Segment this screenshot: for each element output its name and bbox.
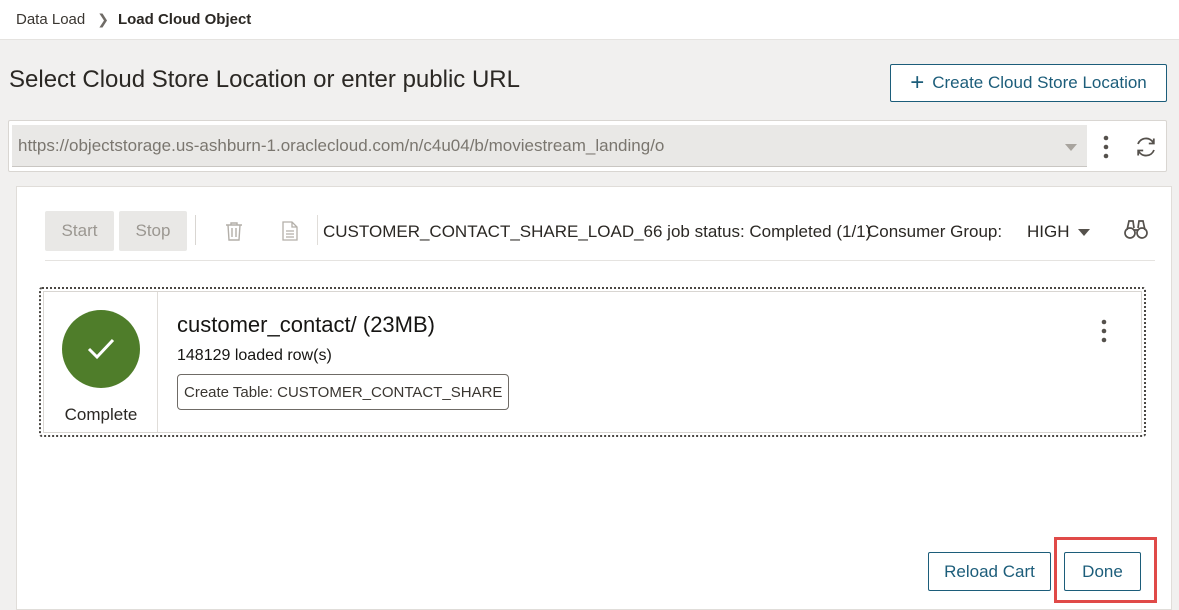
- job-toolbar: Start Stop CUSTOMER_CONTACT_SHARE_LOAD_6…: [45, 209, 1155, 261]
- cloud-store-url-row: https://objectstorage.us-ashburn-1.oracl…: [8, 120, 1167, 172]
- chevron-down-icon[interactable]: [1078, 229, 1090, 236]
- job-more-options-icon[interactable]: [1099, 319, 1109, 343]
- breadcrumb-current: Load Cloud Object: [117, 11, 252, 28]
- breadcrumb: Data Load ❯ Load Cloud Object: [0, 0, 1179, 40]
- page-title: Select Cloud Store Location or enter pub…: [9, 66, 520, 93]
- job-status-column: Complete: [44, 292, 158, 432]
- toolbar-divider: [317, 215, 318, 245]
- create-table-tag[interactable]: Create Table: CUSTOMER_CONTACT_SHARE: [177, 374, 510, 410]
- load-job-item[interactable]: Complete customer_contact/ (23MB) 148129…: [39, 287, 1146, 437]
- reload-cart-button[interactable]: Reload Cart: [928, 552, 1051, 591]
- document-icon[interactable]: [282, 221, 298, 241]
- create-cloud-store-location-label: Create Cloud Store Location: [932, 73, 1147, 92]
- chevron-right-icon: ❯: [97, 11, 109, 27]
- cloud-store-url-value: https://objectstorage.us-ashburn-1.oracl…: [18, 135, 665, 155]
- complete-status-icon: [62, 310, 140, 388]
- trash-icon[interactable]: [225, 221, 243, 241]
- binoculars-icon[interactable]: [1123, 218, 1149, 242]
- refresh-icon[interactable]: [1133, 134, 1159, 160]
- stop-button[interactable]: Stop: [119, 211, 187, 251]
- job-status-text: CUSTOMER_CONTACT_SHARE_LOAD_66 job statu…: [323, 222, 872, 241]
- plus-icon: +: [910, 69, 925, 96]
- load-cart-panel: Start Stop CUSTOMER_CONTACT_SHARE_LOAD_6…: [16, 186, 1172, 610]
- checkmark-icon: [87, 338, 115, 360]
- job-source-name: customer_contact/ (23MB): [177, 312, 435, 337]
- breadcrumb-data-load[interactable]: Data Load: [16, 11, 85, 28]
- start-button[interactable]: Start: [45, 211, 114, 251]
- toolbar-divider: [195, 215, 196, 245]
- consumer-group-label: Consumer Group:: [867, 222, 1003, 241]
- job-status-label: Complete: [64, 405, 138, 424]
- more-options-icon[interactable]: [1097, 133, 1115, 161]
- job-loaded-rows: 148129 loaded row(s): [177, 347, 332, 364]
- cloud-store-url-select[interactable]: https://objectstorage.us-ashburn-1.oracl…: [12, 125, 1087, 167]
- done-button[interactable]: Done: [1064, 552, 1141, 591]
- create-cloud-store-location-button[interactable]: + Create Cloud Store Location: [890, 64, 1167, 102]
- consumer-group-select[interactable]: HIGH: [1027, 222, 1070, 242]
- dropdown-caret-icon[interactable]: [1065, 144, 1077, 151]
